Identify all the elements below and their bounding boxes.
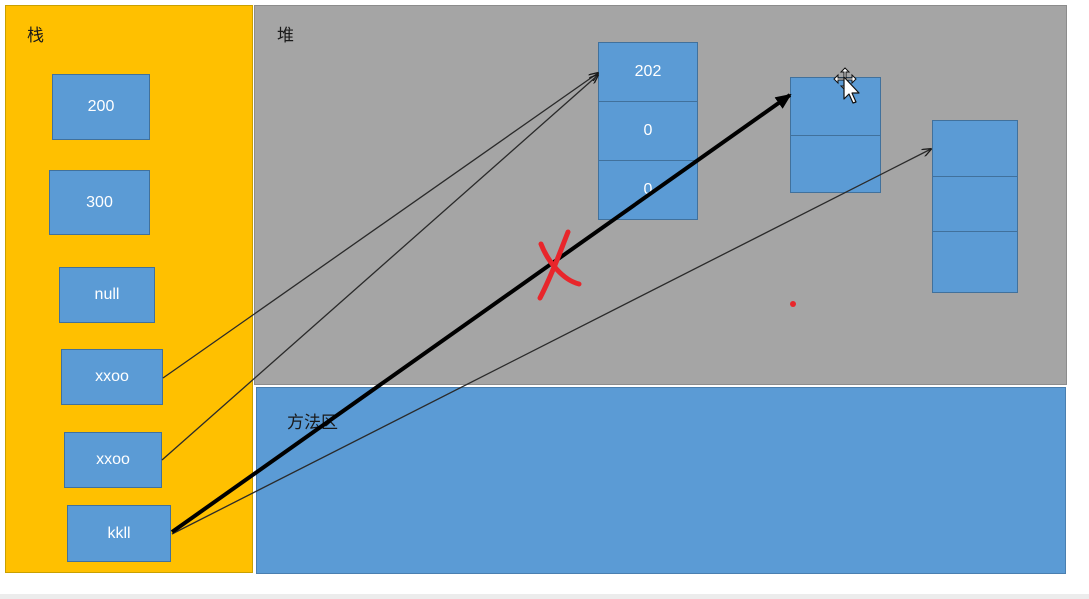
stack-slot-kkll: kkll <box>67 505 171 562</box>
heap-array-1: 202 0 0 <box>598 42 698 220</box>
stack-slot-300: 300 <box>49 170 150 235</box>
stack-slot-200: 200 <box>52 74 150 140</box>
heap-array-2-cell-1 <box>791 136 880 192</box>
heap-array-1-cell-0: 202 <box>599 43 697 102</box>
heap-array-3 <box>932 120 1018 293</box>
stack-slot-null: null <box>59 267 155 323</box>
method-area-title: 方法区 <box>287 413 338 432</box>
bottom-strip <box>0 594 1089 599</box>
stack-slot-xxoo-1: xxoo <box>61 349 163 405</box>
method-area-region: 方法区 <box>256 387 1066 574</box>
heap-array-3-cell-1 <box>933 177 1017 232</box>
heap-title: 堆 <box>277 26 294 45</box>
stack-title: 栈 <box>27 26 44 45</box>
stack-slot-xxoo-2: xxoo <box>64 432 162 488</box>
heap-array-1-cell-2: 0 <box>643 181 653 198</box>
memory-diagram: 栈 200 300 null xxoo xxoo kkll 堆 202 0 0 … <box>0 0 1089 599</box>
heap-array-3-cell-0 <box>933 121 1017 177</box>
heap-array-3-cell-2 <box>933 232 1017 292</box>
heap-array-1-cell-1: 0 <box>599 102 697 161</box>
move-cursor-icon <box>833 67 860 104</box>
